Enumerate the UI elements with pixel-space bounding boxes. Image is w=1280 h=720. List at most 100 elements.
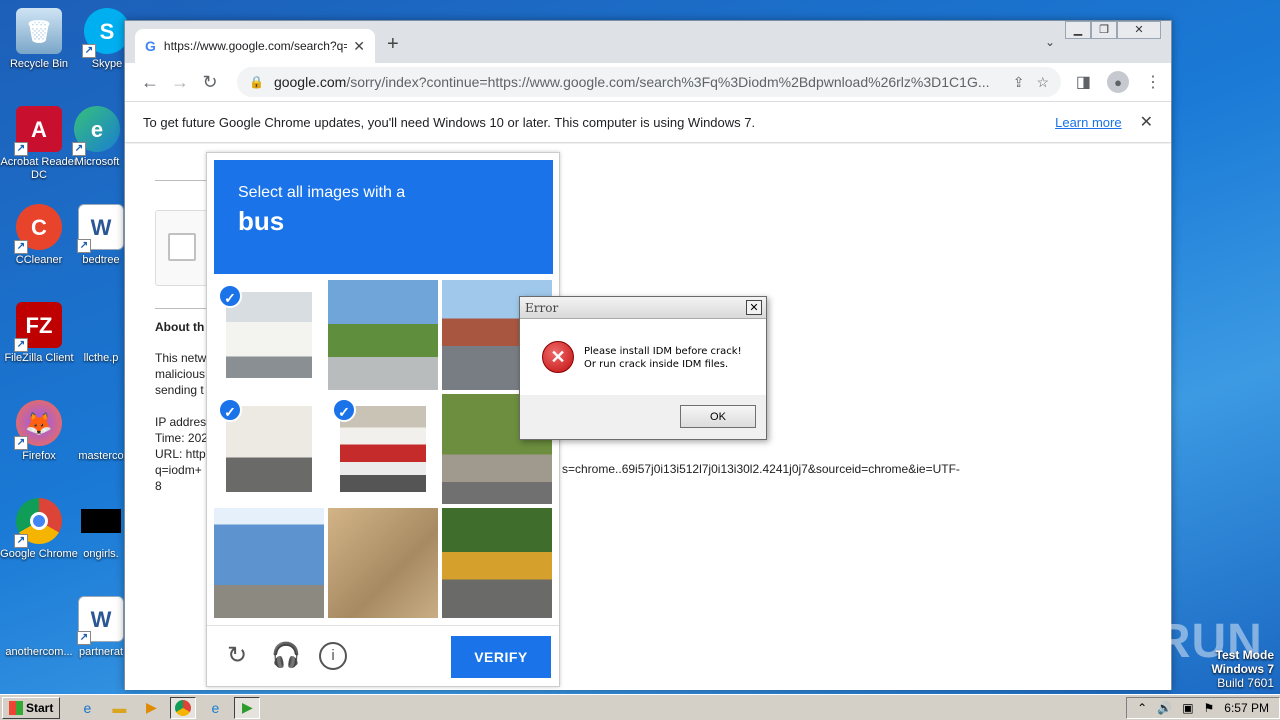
not-a-robot-checkbox[interactable] [168,233,196,261]
run-taskbar-icon[interactable]: ▶ [234,696,261,719]
google-favicon-icon: G [145,38,156,54]
update-infobar: To get future Google Chrome updates, you… [125,101,1171,143]
desktop-icon-label: ongirls. [83,548,119,560]
black-file-icon [78,498,124,544]
back-arrow-icon[interactable]: ← [135,72,165,93]
desktop-icon-label: masterco [78,450,124,462]
start-label: Start [26,700,54,715]
test-mode-line: Windows 7 [1211,662,1274,676]
restore-button[interactable]: ❐ [1091,21,1117,39]
info-line: IP addres [155,415,207,429]
action-center-flag-icon[interactable]: ⚑ [1204,701,1215,715]
network-icon[interactable]: ▣ [1182,701,1193,715]
captcha-tile[interactable] [328,508,438,618]
captcha-prompt: Select all images with a [238,184,406,201]
desktop-icon-label: FileZilla Client [4,352,74,364]
captcha-tile[interactable] [214,508,324,618]
reload-challenge-icon[interactable]: ↻ [223,642,251,670]
about-heading: About th [155,320,205,334]
edge-taskbar-icon[interactable]: e [202,697,228,719]
menu-kebab-icon[interactable]: ⋮ [1145,72,1161,92]
infobar-close-icon[interactable]: ✕ [1140,112,1153,132]
tile-image [340,406,426,492]
infobar-message: To get future Google Chrome updates, you… [143,114,756,130]
about-line: malicious [155,367,206,381]
explorer-folder-icon[interactable]: ▬ [106,697,132,719]
desktop-icon-edge[interactable]: e ↗ Microsoft [62,106,132,169]
browser-toolbar: ← → ↻ 🔒 google.com/sorry/index?continue=… [125,63,1171,101]
desktop-icon-recycle-bin[interactable]: 🗑 Recycle Bin [0,8,78,71]
tile-checkmark-icon: ✓ [218,398,242,422]
desktop-icon-label: Microsoft [74,156,120,168]
word-doc-icon: W ↗ [77,204,124,253]
url-text[interactable]: google.com/sorry/index?continue=https://… [274,74,1001,90]
desktop-icon-label: CCleaner [15,254,63,266]
captcha-header: Select all images with a bus [214,160,553,274]
clock[interactable]: 6:57 PM [1224,701,1269,715]
captcha-tile[interactable]: ✓ [328,394,438,504]
acrobat-icon: A ↗ [14,106,62,156]
blank-file-icon [78,400,124,446]
tab-strip: G https://www.google.com/search?q= ✕ + ⌄… [125,21,1171,63]
blank-file-icon [16,596,62,642]
system-tray: ⌃ 🔊 ▣ ⚑ 6:57 PM [1126,697,1280,719]
blank-file-icon [78,302,124,348]
firefox-icon: 🦊 ↗ [14,400,62,450]
captcha-tile[interactable]: ✓ [214,280,324,390]
minimize-button[interactable]: ▁ [1065,21,1091,39]
desktop-icon-label: Skype [91,58,123,70]
share-icon[interactable]: ⇪ [1013,74,1025,91]
test-mode-label: Test Mode Windows 7 Build 7601 [1211,648,1274,690]
recycle-bin-icon: 🗑 [16,8,62,54]
dialog-footer: OK [520,395,766,439]
lock-icon[interactable]: 🔒 [249,75,264,89]
dialog-line: Or run crack inside IDM files. [584,359,729,370]
url-path: /sorry/index?continue=https://www.google… [346,74,990,90]
tab-search-chevron-icon[interactable]: ⌄ [1045,35,1055,49]
dialog-message: Please install IDM before crack! Or run … [584,345,742,371]
url-host: google.com [273,74,347,90]
ok-button[interactable]: OK [680,405,756,428]
verify-button[interactable]: VERIFY [451,636,551,678]
new-tab-button[interactable]: + [387,33,399,56]
bookmark-star-icon[interactable]: ☆ [1036,74,1049,91]
info-icon[interactable]: i [319,642,347,670]
tile-checkmark-icon: ✓ [332,398,356,422]
about-line: sending t [155,383,204,397]
dialog-titlebar: Error ✕ [520,297,766,319]
forward-arrow-icon[interactable]: → [165,72,195,93]
tab-google-search[interactable]: G https://www.google.com/search?q= ✕ [135,29,375,63]
dialog-close-icon[interactable]: ✕ [746,300,762,315]
learn-more-link[interactable]: Learn more [1055,115,1121,130]
side-panel-icon[interactable]: ◨ [1076,72,1091,92]
chrome-icon: ↗ [14,498,62,548]
chrome-taskbar-icon[interactable] [170,696,197,719]
dialog-body: ✕ Please install IDM before crack! Or ru… [520,319,766,395]
reload-icon[interactable]: ↻ [195,72,225,93]
window-close-button[interactable]: ✕ [1117,21,1161,39]
tab-close-icon[interactable]: ✕ [353,38,365,55]
info-line: Time: 202 [155,431,208,445]
media-player-icon[interactable]: ▶ [138,697,164,719]
info-line: URL: http [155,447,206,461]
windows-flag-icon [9,700,23,715]
request-info: IP addres Time: 202 URL: http q=iodm+ 8 [155,414,208,494]
captcha-tile[interactable] [328,280,438,390]
ie-taskbar-icon[interactable]: e [74,697,100,719]
start-button[interactable]: Start [2,696,61,719]
edge-icon: e ↗ [72,106,120,156]
tile-checkmark-icon: ✓ [218,284,242,308]
audio-headphones-icon[interactable]: 🎧 [271,642,301,670]
captcha-tile[interactable]: ✓ [214,394,324,504]
captcha-footer: ↻ 🎧 i VERIFY [207,625,559,687]
desktop-icon-label: anothercom... [5,646,73,658]
desktop-icon-label: Recycle Bin [9,58,69,70]
address-bar[interactable]: 🔒 google.com/sorry/index?continue=https:… [237,67,1061,97]
profile-avatar-icon[interactable]: ● [1107,71,1129,93]
volume-icon[interactable]: 🔊 [1157,701,1172,715]
desktop-icon-label: llcthe.p [83,352,119,364]
desktop-icon-label: partnerat [78,646,124,658]
captcha-tile[interactable] [442,508,552,618]
tray-expand-icon[interactable]: ⌃ [1137,701,1147,715]
dialog-line: Please install IDM before crack! [584,346,742,357]
